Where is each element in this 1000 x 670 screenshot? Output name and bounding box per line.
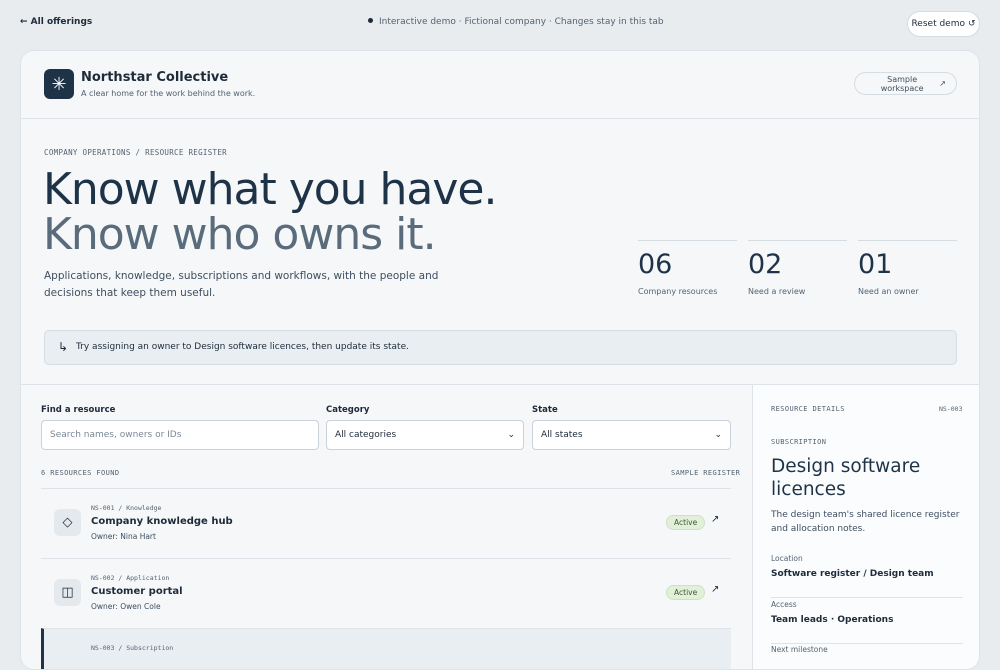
details-field-access: Access Team leads · Operations (771, 600, 963, 644)
hint-text: Try assigning an owner to Design softwar… (76, 342, 409, 352)
details-heading: RESOURCE DETAILS (771, 405, 845, 413)
reset-demo-label: Reset demo (911, 19, 965, 29)
state-label: State (532, 405, 558, 415)
brand-header: ✳ Northstar Collective A clear home for … (21, 51, 979, 119)
resource-meta: NS-002 / Application (91, 574, 170, 582)
resource-title: Customer portal (91, 586, 183, 597)
resource-owner: Owner: Nina Hart (91, 532, 156, 541)
resource-row[interactable]: ◇ NS-001 / Knowledge Company knowledge h… (41, 488, 731, 558)
hero-description: Applications, knowledge, subscriptions a… (44, 270, 439, 299)
breadcrumb: COMPANY OPERATIONS / RESOURCE REGISTER (44, 148, 227, 157)
results-count: 6 RESOURCES FOUND (41, 469, 120, 477)
details-field-location: Location Software register / Design team (771, 554, 963, 598)
resource-owner: Owner: Owen Cole (91, 602, 161, 611)
resource-meta: NS-001 / Knowledge (91, 504, 162, 512)
reset-demo-button[interactable]: Reset demo ↺ (907, 11, 980, 37)
reset-icon: ↺ (967, 19, 976, 29)
field-value: Team leads · Operations (771, 615, 894, 625)
stat-label: Company resources (638, 287, 718, 296)
application-icon: ◫ (54, 579, 81, 606)
category-select[interactable]: All categories ⌄ (326, 420, 524, 450)
demo-notice-text: Interactive demo · Fictional company · C… (379, 17, 664, 27)
external-link-icon: ↗ (939, 79, 946, 88)
hint-banner: ↳ Try assigning an owner to Design softw… (44, 330, 957, 365)
state-select[interactable]: All states ⌄ (532, 420, 731, 450)
chevron-down-icon: ⌄ (714, 430, 722, 440)
resource-details-panel: RESOURCE DETAILS NS-003 SUBSCRIPTION Des… (752, 385, 979, 669)
details-field-next-milestone: Next milestone (771, 645, 963, 669)
resource-icon-glyph: ◇ (62, 515, 73, 530)
search-input[interactable] (41, 420, 319, 450)
sample-register-label: SAMPLE REGISTER (671, 469, 741, 477)
search-label: Find a resource (41, 405, 116, 415)
stat-value: 02 (748, 249, 783, 280)
logo-icon: ✳ (44, 69, 74, 99)
brand-name: Northstar Collective (81, 70, 229, 85)
category-label: Category (326, 405, 370, 415)
resource-meta: NS-003 / Subscription (91, 644, 174, 652)
knowledge-icon: ◇ (54, 509, 81, 536)
resource-row[interactable]: ◫ NS-002 / Application Customer portal O… (41, 558, 731, 628)
sample-workspace-button[interactable]: Sample workspace ↗ (854, 72, 957, 95)
field-key: Access (771, 600, 797, 609)
stat-need-owner: 01 Need an owner (858, 240, 957, 296)
hero-subheadline: Know who owns it. (43, 209, 437, 260)
resource-title: Company knowledge hub (91, 516, 233, 527)
category-value: All categories (335, 430, 397, 440)
open-arrow-icon[interactable]: ↗ (711, 584, 719, 595)
resource-row-selected[interactable]: NS-003 / Subscription (41, 628, 731, 669)
state-value: All states (541, 430, 583, 440)
stat-value: 06 (638, 249, 673, 280)
resource-register: Find a resource Category All categories … (21, 384, 979, 669)
hint-arrow-icon: ↳ (58, 340, 69, 354)
logo-glyph: ✳ (51, 73, 67, 95)
field-value: Software register / Design team (771, 569, 934, 579)
stat-need-review: 02 Need a review (748, 240, 847, 296)
open-arrow-icon[interactable]: ↗ (711, 514, 719, 525)
stat-label: Need a review (748, 287, 806, 296)
stat-value: 01 (858, 249, 893, 280)
sample-workspace-label: Sample workspace (880, 74, 924, 93)
details-category: SUBSCRIPTION (771, 438, 827, 446)
status-dot-icon (368, 18, 373, 23)
status-badge: Active (666, 515, 706, 530)
resource-icon-glyph: ◫ (61, 585, 74, 600)
stat-label: Need an owner (858, 287, 919, 296)
details-description: The design team's shared licence registe… (771, 510, 960, 534)
details-id: NS-003 (939, 405, 963, 413)
main-card: ✳ Northstar Collective A clear home for … (20, 50, 980, 670)
field-key: Location (771, 554, 803, 563)
status-badge: Active (666, 585, 706, 600)
chevron-down-icon: ⌄ (507, 430, 515, 440)
details-title: Design software licences (771, 456, 921, 500)
demo-notice: Interactive demo · Fictional company · C… (368, 17, 664, 27)
top-bar: ← All offerings Interactive demo · Ficti… (0, 0, 1000, 48)
brand-tagline: A clear home for the work behind the wor… (81, 89, 256, 98)
stat-company-resources: 06 Company resources (638, 240, 737, 296)
all-offerings-link[interactable]: ← All offerings (20, 17, 92, 27)
